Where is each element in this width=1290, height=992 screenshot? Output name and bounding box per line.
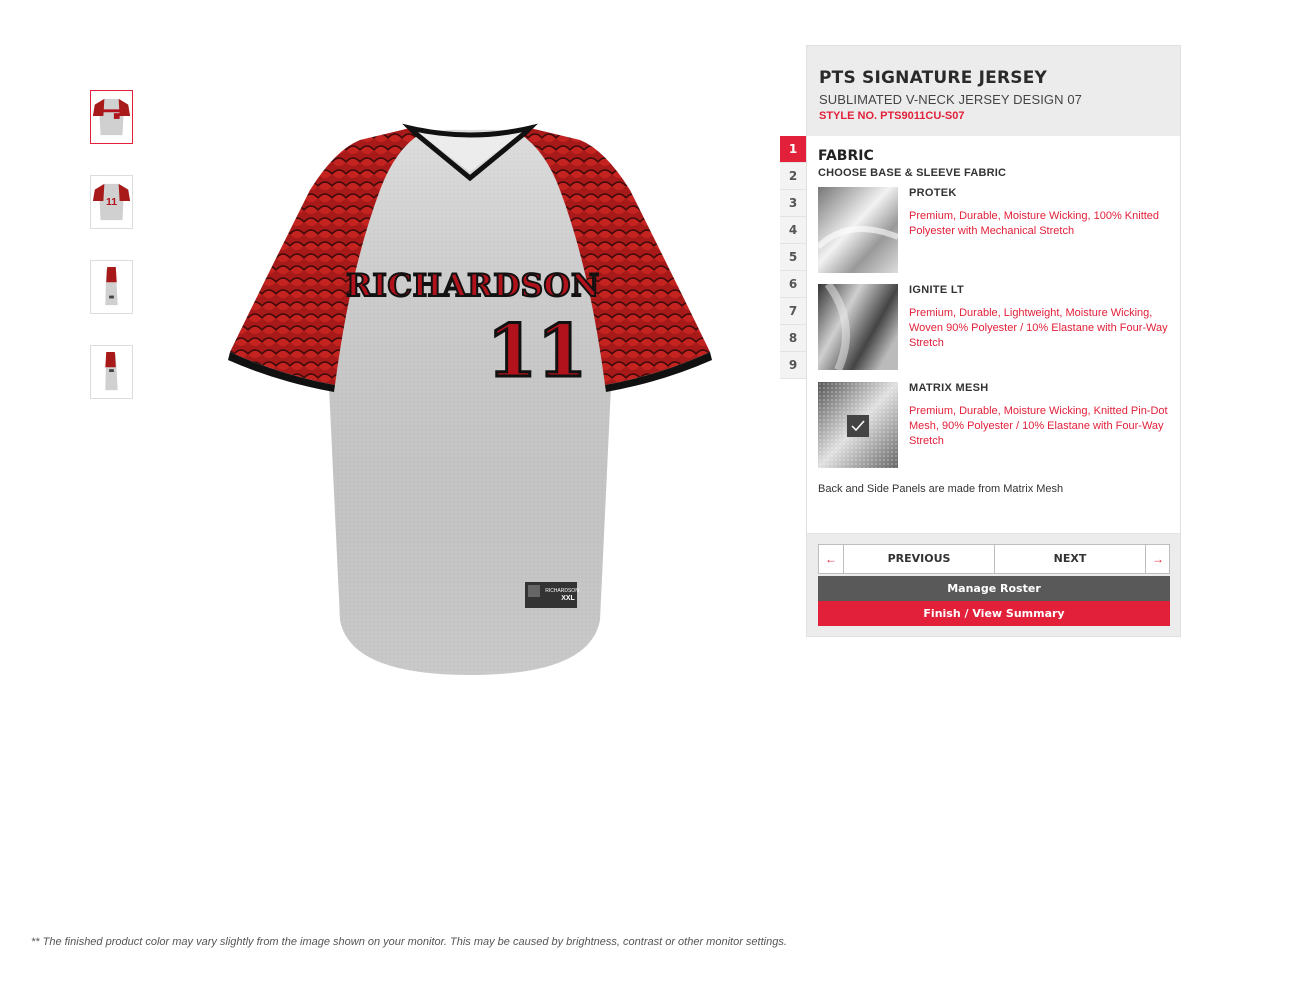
step-tab-4[interactable]: 4 xyxy=(780,217,806,244)
fabric-description: Premium, Durable, Moisture Wicking, Knit… xyxy=(909,405,1168,447)
section-title: FABRIC xyxy=(818,148,874,164)
jersey-back-thumbnail-icon: 11 xyxy=(92,183,131,221)
arrow-left-icon[interactable]: ← xyxy=(819,545,844,573)
step-tab-5[interactable]: 5 xyxy=(780,244,806,271)
protek-swatch-icon xyxy=(818,187,898,273)
section-subtitle: CHOOSE BASE & SLEEVE FABRIC xyxy=(818,167,1007,179)
fabric-name: IGNITE LT xyxy=(909,284,965,296)
thumbnail-back[interactable]: 11 xyxy=(90,175,133,229)
fabric-name: PROTEK xyxy=(909,187,957,199)
jersey-front-thumbnail-icon xyxy=(92,98,131,136)
jersey-side-thumbnail-icon xyxy=(105,351,118,391)
step-tab-3[interactable]: 3 xyxy=(780,190,806,217)
color-disclaimer: ** The finished product color may vary s… xyxy=(31,936,787,948)
panel-header: PTS SIGNATURE JERSEY SUBLIMATED V-NECK J… xyxy=(807,46,1180,134)
product-subtitle: SUBLIMATED V-NECK JERSEY DESIGN 07 xyxy=(819,92,1082,107)
step-tab-6[interactable]: 6 xyxy=(780,271,806,298)
style-number: STYLE NO. PTS9011CU-S07 xyxy=(819,110,965,122)
jersey-team-name: RICHARDSON xyxy=(346,268,600,304)
thumbnail-left-side[interactable] xyxy=(90,260,133,314)
manage-roster-button[interactable]: Manage Roster xyxy=(818,576,1170,601)
fabric-step-content: FABRIC CHOOSE BASE & SLEEVE FABRIC PROTE… xyxy=(807,136,1180,534)
product-title: PTS SIGNATURE JERSEY xyxy=(819,68,1048,88)
jersey-preview: RICHARDSON 11 RICHARDSON XXL xyxy=(220,120,720,690)
jersey-tag-size: XXL xyxy=(561,595,575,602)
step-tab-7[interactable]: 7 xyxy=(780,298,806,325)
thumbnail-right-side[interactable] xyxy=(90,345,133,399)
jersey-number: 11 xyxy=(487,308,587,393)
step-tabs: 1 2 3 4 5 6 7 8 9 xyxy=(780,136,807,379)
fabric-description: Premium, Durable, Lightweight, Moisture … xyxy=(909,307,1168,349)
fabric-option-protek[interactable]: PROTEK Premium, Durable, Moisture Wickin… xyxy=(818,187,1173,273)
thumbnail-front[interactable] xyxy=(90,90,133,144)
ignite-lt-swatch-icon xyxy=(818,284,898,370)
fabric-option-ignite-lt[interactable]: IGNITE LT Premium, Durable, Lightweight,… xyxy=(818,284,1173,370)
step-tab-9[interactable]: 9 xyxy=(780,352,806,379)
thumbnail-list: 11 xyxy=(90,90,136,430)
jersey-side-thumbnail-icon xyxy=(105,266,118,306)
previous-button[interactable]: PREVIOUS xyxy=(844,545,995,573)
step-tab-2[interactable]: 2 xyxy=(780,163,806,190)
jersey-tag-brand: RICHARDSON xyxy=(545,588,579,594)
step-tab-1[interactable]: 1 xyxy=(780,136,806,163)
jersey-tag: RICHARDSON XXL xyxy=(525,582,579,608)
finish-summary-button[interactable]: Finish / View Summary xyxy=(818,601,1170,626)
step-tab-8[interactable]: 8 xyxy=(780,325,806,352)
selected-check-icon xyxy=(847,415,869,437)
customizer-panel: PTS SIGNATURE JERSEY SUBLIMATED V-NECK J… xyxy=(806,45,1181,637)
next-button[interactable]: NEXT xyxy=(995,545,1145,573)
fabric-name: MATRIX MESH xyxy=(909,382,989,394)
fabric-description: Premium, Durable, Moisture Wicking, 100%… xyxy=(909,210,1160,237)
arrow-right-icon[interactable]: → xyxy=(1145,545,1170,573)
svg-text:11: 11 xyxy=(106,197,117,208)
step-navigation: ← PREVIOUS NEXT → xyxy=(818,544,1170,574)
jersey-front-image: RICHARDSON 11 RICHARDSON XXL xyxy=(228,123,712,675)
fabric-note: Back and Side Panels are made from Matri… xyxy=(818,483,1064,495)
fabric-option-matrix-mesh[interactable]: MATRIX MESH Premium, Durable, Moisture W… xyxy=(818,382,1173,468)
